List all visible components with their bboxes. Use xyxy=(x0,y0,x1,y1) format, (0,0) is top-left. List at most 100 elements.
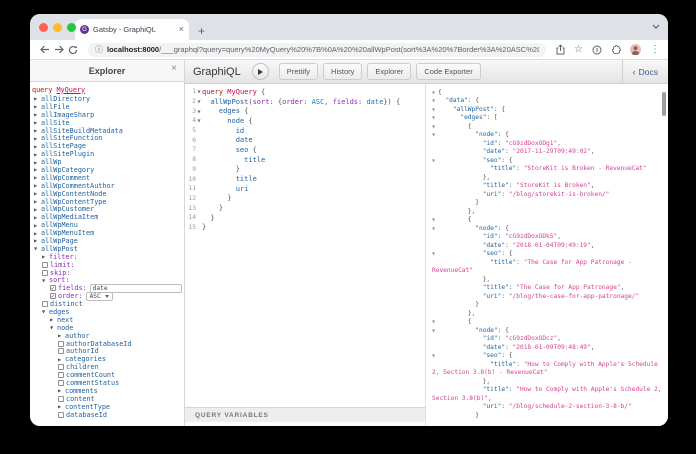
profile-avatar[interactable] xyxy=(630,44,641,55)
expand-icon[interactable]: ▶ xyxy=(58,333,65,338)
collapse-icon[interactable]: ▼ xyxy=(42,309,49,314)
share-icon[interactable] xyxy=(556,44,565,55)
expand-icon[interactable]: ▶ xyxy=(34,223,41,228)
page-info-icon[interactable]: ⓘ xyxy=(95,44,103,55)
close-window-button[interactable] xyxy=(39,23,48,32)
expand-icon[interactable]: ▶ xyxy=(34,167,41,172)
explorer-item-edges[interactable]: ▼ edges xyxy=(32,308,184,316)
query-editor[interactable]: 1 ▼ query MyQuery {2 ▼ allWpPost(sort: {ord… xyxy=(185,84,425,426)
explorer-item-authorDatabaseId[interactable]: authorDatabaseId xyxy=(32,340,184,348)
expand-icon[interactable]: ▶ xyxy=(34,215,41,220)
explorer-item-allImageSharp[interactable]: ▶ allImageSharp xyxy=(32,111,184,119)
explorer-item-skip[interactable]: skip: xyxy=(32,269,184,277)
explorer-item-allDirectory[interactable]: ▶ allDirectory xyxy=(32,95,184,103)
toolbar-button-code-exporter[interactable]: Code Exporter xyxy=(416,63,481,80)
explorer-item-authorId[interactable]: authorId xyxy=(32,347,184,355)
explorer-item-allWpComment[interactable]: ▶ allWpComment xyxy=(32,174,184,182)
zoom-window-button[interactable] xyxy=(67,23,76,32)
explorer-item-next[interactable]: ▶ next xyxy=(32,316,184,324)
explorer-item-contentType[interactable]: ▶ contentType xyxy=(32,403,184,411)
explorer-item-allSiteFunction[interactable]: ▶ allSiteFunction xyxy=(32,134,184,142)
collapse-icon[interactable]: ▼ xyxy=(34,246,41,251)
explorer-item-author[interactable]: ▶ author xyxy=(32,332,184,340)
expand-icon[interactable]: ▶ xyxy=(58,404,65,409)
expand-icon[interactable]: ▶ xyxy=(34,112,41,117)
explorer-item-allWpCustomer[interactable]: ▶ allWpCustomer xyxy=(32,205,184,213)
explorer-item-comments[interactable]: ▶ comments xyxy=(32,387,184,395)
explorer-item-commentCount[interactable]: commentCount xyxy=(32,371,184,379)
explorer-item-distinct[interactable]: distinct xyxy=(32,300,184,308)
expand-icon[interactable]: ▶ xyxy=(34,199,41,204)
toolbar-button-prettify[interactable]: Prettify xyxy=(278,63,319,80)
explorer-item-allSite[interactable]: ▶ allSite xyxy=(32,119,184,127)
explorer-item-allSiteBuildMetadata[interactable]: ▶ allSiteBuildMetadata xyxy=(32,127,184,135)
forward-icon[interactable] xyxy=(52,45,66,54)
checkbox-unchecked[interactable] xyxy=(58,380,64,386)
extension-badge-icon[interactable] xyxy=(592,45,602,55)
expand-icon[interactable]: ▶ xyxy=(34,128,41,133)
explorer-item-allWpCommentAuthor[interactable]: ▶ allWpCommentAuthor xyxy=(32,182,184,190)
expand-icon[interactable]: ▶ xyxy=(58,388,65,393)
checkbox-checked[interactable] xyxy=(50,293,56,300)
expand-icon[interactable]: ▶ xyxy=(34,104,41,109)
expand-icon[interactable]: ▶ xyxy=(34,207,41,212)
collapse-icon[interactable]: ▼ xyxy=(42,278,49,283)
checkbox-unchecked[interactable] xyxy=(58,395,64,402)
minimize-window-button[interactable] xyxy=(53,23,62,32)
expand-icon[interactable]: ▶ xyxy=(34,160,41,165)
explorer-item-allWpContentType[interactable]: ▶ allWpContentType xyxy=(32,198,184,206)
back-icon[interactable] xyxy=(38,45,52,54)
tab-strip-chevron-icon[interactable] xyxy=(652,24,660,29)
explorer-item-allWpPage[interactable]: ▶ allWpPage xyxy=(32,237,184,245)
docs-link[interactable]: ‹ Docs xyxy=(621,60,668,83)
explorer-tree[interactable]: query MyQuery ▶ allDirectory ▶ allFile ▶ allI… xyxy=(30,82,184,426)
explorer-item-node[interactable]: ▼ node xyxy=(32,324,184,332)
expand-icon[interactable]: ▶ xyxy=(34,231,41,236)
explorer-item-children[interactable]: children xyxy=(32,363,184,371)
toolbar-button-explorer[interactable]: Explorer xyxy=(367,63,412,80)
address-bar[interactable]: ⓘ localhost:8000/___graphql?query=query%… xyxy=(88,42,547,57)
collapse-icon[interactable]: ▼ xyxy=(50,325,57,330)
bookmark-star-icon[interactable]: ☆ xyxy=(574,44,583,55)
expand-icon[interactable]: ▶ xyxy=(34,152,41,157)
explorer-item-databaseId[interactable]: databaseId xyxy=(32,411,184,419)
browser-tab[interactable]: G Gatsby - GraphiQL × xyxy=(75,19,189,40)
new-tab-button[interactable]: + xyxy=(198,25,205,37)
explorer-item-allWpCategory[interactable]: ▶ allWpCategory xyxy=(32,166,184,174)
expand-icon[interactable]: ▶ xyxy=(34,144,41,149)
checkbox-unchecked[interactable] xyxy=(58,340,64,347)
expand-icon[interactable]: ▶ xyxy=(34,175,41,180)
query-name[interactable]: MyQuery xyxy=(56,86,85,94)
checkbox-unchecked[interactable] xyxy=(58,411,64,418)
execute-query-button[interactable] xyxy=(251,63,269,80)
checkbox-unchecked[interactable] xyxy=(58,372,64,379)
checkbox-unchecked[interactable] xyxy=(42,269,48,276)
expand-icon[interactable]: ▶ xyxy=(34,238,41,243)
checkbox-unchecked[interactable] xyxy=(42,301,48,308)
expand-icon[interactable]: ▶ xyxy=(42,254,49,259)
extensions-puzzle-icon[interactable] xyxy=(611,44,621,55)
checkbox-checked[interactable] xyxy=(50,285,56,292)
explorer-item-commentStatus[interactable]: commentStatus xyxy=(32,379,184,387)
expand-icon[interactable]: ▶ xyxy=(50,317,57,322)
toolbar-button-history[interactable]: History xyxy=(323,63,363,80)
query-variables-bar[interactable]: QUERY VARIABLES xyxy=(185,407,425,422)
explorer-item-allFile[interactable]: ▶ allFile xyxy=(32,103,184,111)
reload-icon[interactable] xyxy=(66,45,80,55)
expand-icon[interactable]: ▶ xyxy=(34,136,41,141)
expand-icon[interactable]: ▶ xyxy=(34,183,41,188)
explorer-query-row[interactable]: query MyQuery xyxy=(32,85,184,94)
explorer-item-allSitePlugin[interactable]: ▶ allSitePlugin xyxy=(32,150,184,158)
expand-icon[interactable]: ▶ xyxy=(34,191,41,196)
expand-icon[interactable]: ▶ xyxy=(34,96,41,101)
checkbox-unchecked[interactable] xyxy=(58,348,64,355)
explorer-item-categories[interactable]: ▶ categories xyxy=(32,355,184,363)
expand-icon[interactable]: ▶ xyxy=(34,120,41,125)
explorer-item-allWpPost[interactable]: ▼ allWpPost xyxy=(32,245,184,253)
results-scrollbar-thumb[interactable] xyxy=(662,92,666,116)
checkbox-unchecked[interactable] xyxy=(58,364,64,371)
explorer-item-order[interactable]: order:ASC xyxy=(32,291,184,301)
explorer-item-allWp[interactable]: ▶ allWp xyxy=(32,158,184,166)
explorer-item-filter[interactable]: ▶ filter: xyxy=(32,253,184,261)
expand-icon[interactable]: ▶ xyxy=(58,357,65,362)
